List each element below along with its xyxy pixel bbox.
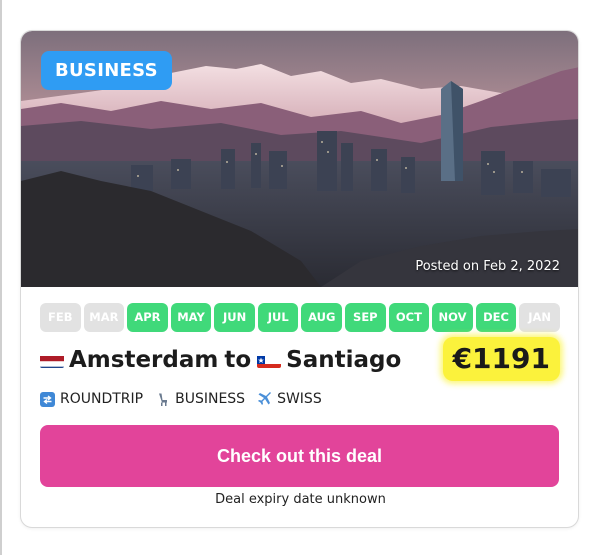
- month-chip: FEB: [40, 303, 81, 332]
- page-edge: [0, 0, 2, 555]
- route-title: Amsterdam to Santiago: [40, 343, 401, 377]
- month-chip: AUG: [301, 303, 343, 332]
- airplane-icon: [258, 391, 272, 405]
- deal-card: BUSINESS Posted on Feb 2, 2022 FEB MAR A…: [20, 30, 579, 528]
- cabin-label: BUSINESS: [175, 391, 246, 407]
- price-highlight: €1191: [442, 337, 560, 381]
- origin-city: Amsterdam: [69, 347, 219, 373]
- airline: SWISS: [257, 391, 322, 407]
- seat-icon: [159, 393, 168, 406]
- month-chip: DEC: [475, 303, 517, 332]
- posted-date: Posted on Feb 2, 2022: [415, 259, 560, 274]
- price: €1191: [452, 342, 550, 375]
- month-chip: MAR: [83, 303, 125, 332]
- travel-months: FEB MAR APR MAY JUN JUL AUG SEP OCT NOV …: [40, 303, 560, 332]
- cabin-class: BUSINESS: [155, 391, 245, 407]
- airline-label: SWISS: [277, 391, 322, 407]
- month-chip: JUN: [214, 303, 255, 332]
- month-chip: JUL: [257, 303, 299, 332]
- month-chip: NOV: [432, 303, 473, 332]
- roundtrip-icon: [40, 391, 55, 407]
- destination-photo: BUSINESS Posted on Feb 2, 2022: [21, 31, 578, 287]
- destination-city: Santiago: [286, 347, 402, 373]
- chile-flag-icon: [257, 352, 282, 368]
- deal-meta: ROUNDTRIP BUSINESS SWISS: [40, 388, 322, 410]
- month-chip: MAY: [170, 303, 212, 332]
- trip-type-label: ROUNDTRIP: [60, 391, 144, 407]
- month-chip: JAN: [519, 303, 560, 332]
- route-connector: to: [224, 347, 252, 373]
- category-badge: BUSINESS: [41, 51, 172, 90]
- month-chip: OCT: [388, 303, 430, 332]
- month-chip: APR: [127, 303, 168, 332]
- month-chip: SEP: [345, 303, 386, 332]
- netherlands-flag-icon: [40, 352, 64, 368]
- trip-type: ROUNDTRIP: [40, 391, 143, 407]
- check-out-deal-button[interactable]: Check out this deal: [40, 425, 559, 487]
- deal-expiry: Deal expiry date unknown: [215, 492, 386, 507]
